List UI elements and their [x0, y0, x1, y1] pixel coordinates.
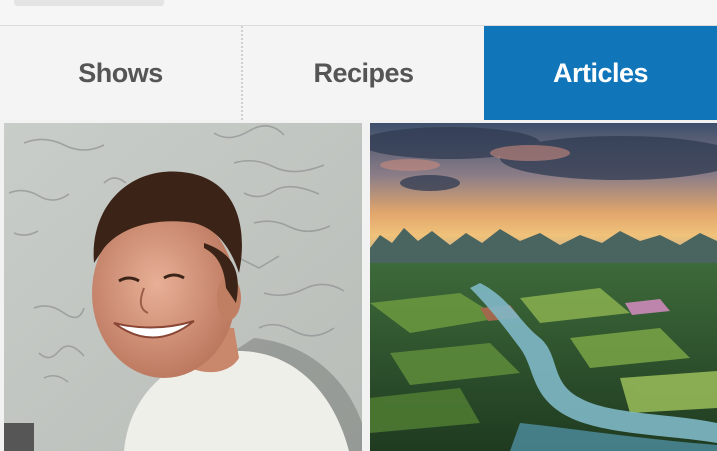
portrait-photo-icon	[4, 123, 362, 451]
cropped-header-content	[14, 0, 164, 6]
tab-shows-label: Shows	[78, 57, 163, 88]
top-header-strip	[0, 0, 717, 26]
article-thumbnail-grid	[0, 120, 717, 451]
landscape-photo-icon	[370, 123, 717, 451]
article-card-landscape[interactable]	[370, 123, 717, 451]
tab-recipes-label: Recipes	[313, 57, 414, 88]
page: Shows Recipes Articles	[0, 0, 717, 451]
tab-shows[interactable]: Shows	[0, 26, 243, 120]
content-tab-bar: Shows Recipes Articles	[0, 26, 717, 120]
article-card-portrait[interactable]	[4, 123, 362, 451]
tab-recipes[interactable]: Recipes	[243, 26, 484, 120]
tab-articles[interactable]: Articles	[484, 26, 717, 120]
tab-articles-label: Articles	[552, 57, 649, 88]
